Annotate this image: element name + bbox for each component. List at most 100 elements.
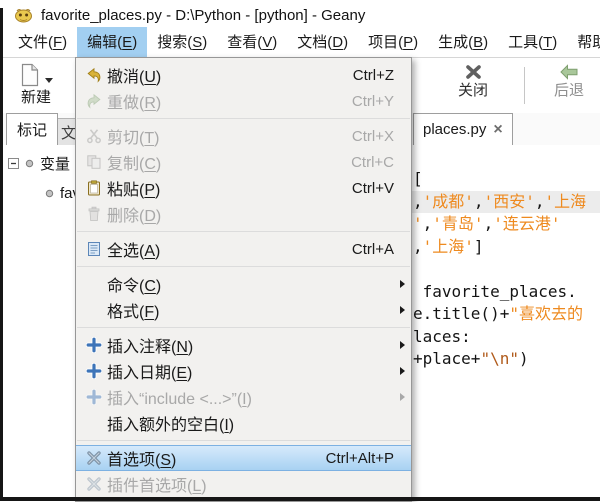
menubar-item-3-label: 查看(V) <box>227 34 277 51</box>
tree-expander-icon[interactable] <box>8 158 19 169</box>
menu-item-undo-label-suffix: ) <box>156 69 161 86</box>
close-file-label: 关闭 <box>458 83 488 99</box>
menubar-item-1[interactable]: 编辑(E) <box>77 27 147 57</box>
menu-item-redo[interactable]: 重做(R)Ctrl+Y <box>76 88 411 114</box>
menu-item-copy-label: 复制(C) <box>107 150 161 174</box>
menubar-item-1-label-suffix: ) <box>132 34 137 51</box>
copy-icon <box>81 154 107 170</box>
menubar-item-7[interactable]: 工具(T) <box>498 27 567 57</box>
close-file-button[interactable]: 关闭 <box>441 64 505 99</box>
sidebar-tab-symbols[interactable]: 标记 <box>6 113 58 145</box>
menu-item-insert-date-label-mnemonic: E <box>176 365 187 382</box>
menubar-item-8[interactable]: 帮助(H) <box>567 27 600 57</box>
code-segment: ) <box>519 349 529 368</box>
menubar-item-5-label: 项目(P) <box>368 34 418 51</box>
menubar-item-0[interactable]: 文件(F) <box>8 27 77 57</box>
menu-item-redo-label-suffix: ) <box>156 95 161 112</box>
paste-icon <box>81 180 107 196</box>
menu-item-insert-comments-label-suffix: ) <box>188 339 193 356</box>
menubar-item-2[interactable]: 搜索(S) <box>147 27 217 57</box>
menu-item-undo[interactable]: 撤消(U)Ctrl+Z <box>76 62 411 88</box>
menubar-item-8-label-pre: 帮助( <box>577 34 600 51</box>
code-segment: '上海 <box>544 192 586 211</box>
menu-item-plugin-preferences[interactable]: 插件首选项(L) <box>76 471 411 497</box>
code-line-5: favorite_places. <box>407 281 600 304</box>
code-segment: "喜欢去的 <box>509 304 583 323</box>
window-border-bottom <box>0 497 600 501</box>
menu-item-commands[interactable]: 命令(C) <box>76 271 411 297</box>
menu-item-delete-label-pre: 删除( <box>107 208 144 225</box>
menubar-item-7-label-suffix: ) <box>552 34 557 51</box>
menubar-item-5[interactable]: 项目(P) <box>358 27 428 57</box>
menu-item-redo-label: 重做(R) <box>107 89 161 113</box>
menu-item-delete[interactable]: 删除(D) <box>76 201 411 227</box>
submenu-arrow-icon <box>394 341 405 349</box>
editor-tab-favorite-places[interactable]: places.py × <box>413 113 513 145</box>
menu-item-insert-include-label-pre: 插入“include <...>”( <box>107 391 242 408</box>
back-arrow-icon <box>559 64 579 80</box>
tab-close-icon[interactable]: × <box>493 123 502 137</box>
tree-item-variables[interactable]: 变量 <box>8 153 70 174</box>
preferences-icon <box>81 450 107 466</box>
menu-item-select-all[interactable]: 全选(A)Ctrl+A <box>76 236 411 262</box>
code-segment: ' <box>413 214 423 233</box>
menubar-item-6[interactable]: 生成(B) <box>428 27 498 57</box>
menu-item-insert-include[interactable]: 插入“include <...>”(I) <box>76 384 411 410</box>
code-line-7: laces: <box>407 326 600 349</box>
submenu-arrow-triangle <box>400 280 405 288</box>
menubar-item-3[interactable]: 查看(V) <box>217 27 287 57</box>
menu-item-plugin-preferences-label-suffix: ) <box>201 478 206 495</box>
menubar-item-3-label-mnemonic: V <box>262 34 272 51</box>
menu-item-cut-label-pre: 剪切( <box>107 130 144 147</box>
menu-item-insert-whitespace[interactable]: 插入额外的空白(I) <box>76 410 411 436</box>
menubar-item-2-label-pre: 搜索( <box>157 34 192 51</box>
menu-item-preferences-label-mnemonic: S <box>160 452 171 469</box>
menubar-item-5-label-mnemonic: P <box>403 34 413 51</box>
geany-app-icon <box>14 8 33 23</box>
menu-item-copy-label-suffix: ) <box>156 156 161 173</box>
menu-item-cut-label-mnemonic: T <box>144 130 154 147</box>
menu-item-insert-comments[interactable]: 插入注释(N) <box>76 332 411 358</box>
new-file-button[interactable]: 新建 <box>7 63 65 106</box>
menubar-item-3-label-suffix: ) <box>272 34 277 51</box>
code-segment: '上海' <box>423 237 474 256</box>
menu-item-preferences-shortcut: Ctrl+Alt+P <box>312 450 394 467</box>
menubar-item-2-label-suffix: ) <box>202 34 207 51</box>
menubar-item-1-label-pre: 编辑( <box>87 34 122 51</box>
menu-item-select-all-label-suffix: ) <box>155 243 160 260</box>
menu-separator <box>77 231 410 232</box>
code-segment: '西安' <box>484 192 535 211</box>
menu-item-cut[interactable]: 剪切(T)Ctrl+X <box>76 123 411 149</box>
tree-item-variables-label: 变量 <box>40 153 70 174</box>
menu-item-format[interactable]: 格式(F) <box>76 297 411 323</box>
submenu-arrow-triangle <box>400 367 405 375</box>
menu-item-format-label-mnemonic: F <box>144 304 154 321</box>
menubar-item-5-label-pre: 项目( <box>368 34 403 51</box>
menu-item-delete-label: 删除(D) <box>107 202 161 226</box>
menu-item-insert-date-label: 插入日期(E) <box>107 359 192 383</box>
menu-separator <box>77 118 410 119</box>
new-file-dropdown-icon[interactable] <box>45 78 53 83</box>
menubar-item-0-label-mnemonic: F <box>53 34 62 51</box>
menu-item-select-all-label: 全选(A) <box>107 237 160 261</box>
new-document-icon <box>20 63 40 87</box>
delete-icon <box>81 206 107 222</box>
menu-item-paste[interactable]: 粘贴(P)Ctrl+V <box>76 175 411 201</box>
sidebar-tab-symbols-label: 标记 <box>17 119 47 140</box>
menu-item-insert-date-label-suffix: ) <box>187 365 192 382</box>
menu-item-copy[interactable]: 复制(C)Ctrl+C <box>76 149 411 175</box>
menubar-item-4[interactable]: 文档(D) <box>287 27 358 57</box>
menubar-item-6-label-mnemonic: B <box>473 34 483 51</box>
menu-item-cut-shortcut: Ctrl+X <box>338 128 394 145</box>
menu-separator <box>77 440 410 441</box>
menu-item-preferences[interactable]: 首选项(S)Ctrl+Alt+P <box>76 445 411 471</box>
navigate-back-button[interactable]: 后退 <box>537 64 600 99</box>
menubar-item-2-label: 搜索(S) <box>157 34 207 51</box>
menu-item-paste-label-pre: 粘贴( <box>107 182 144 199</box>
menu-item-insert-date[interactable]: 插入日期(E) <box>76 358 411 384</box>
submenu-arrow-icon <box>394 367 405 375</box>
code-editor[interactable]: [,'成都','西安','上海','青岛','连云港','上海'] favori… <box>407 145 600 497</box>
title-bar: favorite_places.py - D:\Python - [python… <box>3 0 600 30</box>
menu-item-commands-label-mnemonic: C <box>144 278 156 295</box>
menubar-item-0-label-suffix: ) <box>62 34 67 51</box>
